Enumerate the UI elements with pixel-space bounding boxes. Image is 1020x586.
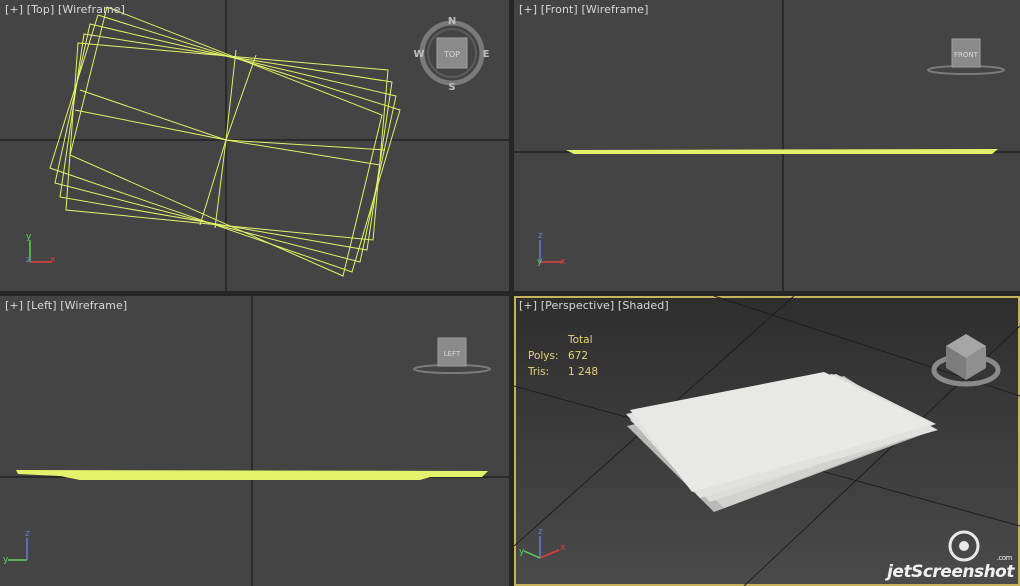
fold-line [199, 139, 227, 226]
compass-north[interactable]: N [448, 16, 456, 27]
view-type-button[interactable]: [Perspective] [541, 299, 615, 312]
viewport-label-left: [+] [Left] [Wireframe] [5, 299, 127, 312]
view-type-button[interactable]: [Front] [541, 3, 578, 16]
stats-polys-value: 672 [568, 350, 589, 362]
viewport-label-front: [+] [Front] [Wireframe] [519, 3, 648, 16]
stats-header: Total [568, 334, 593, 346]
axis-gizmo: z x y [519, 527, 566, 559]
viewport-menu-button[interactable]: [+] [519, 299, 537, 312]
compass-south[interactable]: S [448, 82, 455, 93]
stats-polys-row: Polys: 672 [528, 348, 598, 364]
axis-gizmo: y z x [26, 232, 56, 265]
compass-west[interactable]: W [413, 49, 424, 60]
view-type-button[interactable]: [Left] [27, 299, 57, 312]
paper-sheets-shaded[interactable] [626, 372, 938, 512]
shading-mode-button[interactable]: [Wireframe] [58, 3, 125, 16]
axis-gizmo: z y x [537, 231, 566, 267]
watermark-brand: jetScreenshot [887, 562, 1014, 582]
viewcube-perspective[interactable] [931, 334, 1001, 387]
watermark-suffix: .com [996, 554, 1013, 562]
paper-sheets-wireframe[interactable] [49, 6, 401, 277]
viewport-perspective[interactable]: z x y [+] [Perspective] [Shaded] Total P… [514, 296, 1020, 586]
axis-y-label: y [26, 232, 32, 242]
axis-z-label: z [26, 255, 31, 265]
viewcube-front[interactable]: FRONT [927, 38, 1005, 75]
viewport-menu-button[interactable]: [+] [5, 3, 23, 16]
viewport-menu-button[interactable]: [+] [5, 299, 23, 312]
fold-line [225, 139, 386, 151]
watermark: jetScreenshot .com [887, 554, 1014, 582]
fold-line [225, 139, 381, 166]
statistics-overlay: Total Polys: 672 Tris: 1 248 [528, 332, 598, 380]
stats-polys-label: Polys: [528, 350, 559, 362]
axis-y-line [523, 550, 541, 559]
front-view-canvas: FRONT z y x [514, 0, 1020, 291]
viewcube-face-label: LEFT [444, 350, 461, 358]
axis-y-label: y [537, 257, 543, 267]
shading-mode-button[interactable]: [Shaded] [618, 299, 669, 312]
viewcube-face-label: TOP [443, 50, 460, 59]
viewport-label-perspective: [+] [Perspective] [Shaded] [519, 299, 669, 312]
compass-east[interactable]: E [483, 49, 490, 60]
stats-tris-row: Tris: 1 248 [528, 364, 598, 380]
viewport-top[interactable]: TOP N S E W y z x [+] [Top] [Wireframe] [0, 0, 509, 291]
axis-x-line [539, 549, 560, 559]
watermark-logo-icon [948, 530, 980, 562]
left-view-canvas: LEFT z y [0, 296, 509, 586]
shading-mode-button[interactable]: [Wireframe] [60, 299, 127, 312]
viewport-left[interactable]: LEFT z y [+] [Left] [Wireframe] [0, 296, 509, 586]
fold-line [214, 139, 227, 229]
paper-sheets-side-profile[interactable] [16, 470, 488, 480]
shading-mode-button[interactable]: [Wireframe] [581, 3, 648, 16]
axis-gizmo: z y [3, 529, 30, 565]
axis-x-label: x [50, 255, 56, 265]
stats-tris-label: Tris: [528, 366, 550, 378]
paper-sheets-side-profile[interactable] [566, 149, 998, 154]
axis-z-label: z [25, 529, 30, 539]
top-view-canvas: TOP N S E W y z x [0, 0, 509, 291]
axis-x-label: x [560, 257, 566, 267]
viewcube-top[interactable]: TOP N S E W [413, 16, 489, 93]
view-type-button[interactable]: [Top] [27, 3, 55, 16]
axis-y-label: y [3, 555, 9, 565]
viewport-label-top: [+] [Top] [Wireframe] [5, 3, 125, 16]
stats-tris-value: 1 248 [568, 366, 599, 378]
viewport-front[interactable]: FRONT z y x [+] [Front] [Wireframe] [514, 0, 1020, 291]
axis-x-label: x [560, 543, 566, 553]
viewcube-face-label: FRONT [954, 51, 979, 59]
axis-z-label: z [538, 231, 543, 241]
sheet-outline-1 [65, 42, 389, 241]
viewcube-left[interactable]: LEFT [413, 337, 491, 374]
viewport-menu-button[interactable]: [+] [519, 3, 537, 16]
axis-y-label: y [519, 547, 525, 557]
axis-z-label: z [538, 527, 543, 537]
